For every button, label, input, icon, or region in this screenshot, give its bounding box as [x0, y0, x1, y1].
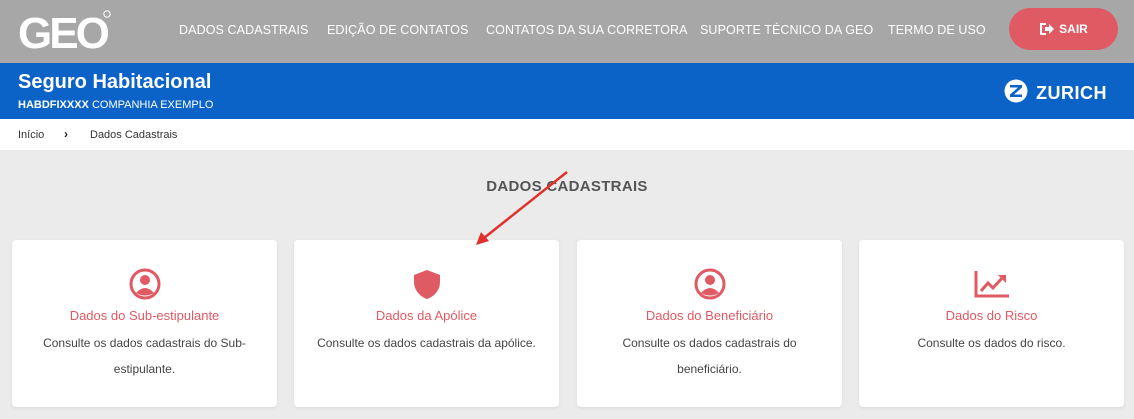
nav-dados-cadastrais[interactable]: DADOS CADASTRAIS [179, 23, 308, 37]
chevron-right-icon: › [64, 127, 68, 141]
company-name: COMPANHIA EXEMPLO [91, 99, 214, 111]
policy-code: HABDFIXXXX [18, 99, 89, 111]
svg-text:GEO: GEO [18, 9, 109, 54]
card-title: Dados da Apólice [375, 308, 478, 323]
user-circle-icon [12, 268, 277, 300]
shield-icon [294, 268, 559, 300]
card-description: Consulte os dados cadastrais do benefici… [622, 336, 797, 376]
card-description: Consulte os dados cadastrais do Sub-esti… [43, 336, 246, 376]
sign-out-icon [1039, 22, 1055, 36]
card-risco[interactable]: Dados do Risco Consulte os dados do risc… [859, 240, 1124, 407]
top-navigation-bar: GEO DADOS CADASTRAIS EDIÇÃO DE CONTATOS … [0, 0, 1134, 63]
nav-contatos-corretora[interactable]: CONTATOS DA SUA CORRETORA [486, 23, 688, 37]
breadcrumb-current: Dados Cadastrais [90, 129, 178, 141]
card-beneficiario[interactable]: Dados do Beneficiário Consulte os dados … [577, 240, 842, 407]
card-description: Consulte os dados do risco. [917, 336, 1066, 350]
geo-logo[interactable]: GEO [18, 8, 114, 54]
card-title: Dados do Risco [945, 308, 1038, 323]
brand-name: ZURICH [1036, 83, 1107, 103]
trend-chart-icon [859, 268, 1124, 300]
product-title: Seguro Habitacional [18, 71, 212, 93]
nav-edicao-de-contatos[interactable]: EDIÇÃO DE CONTATOS [327, 23, 468, 37]
zurich-logo-icon [1004, 79, 1028, 108]
card-description: Consulte os dados cadastrais da apólice. [317, 336, 536, 350]
product-header: Seguro Habitacional HABDFIXXXX COMPANHIA… [0, 63, 1134, 119]
breadcrumb-home[interactable]: Início [18, 129, 44, 141]
breadcrumb: Início › Dados Cadastrais [0, 119, 1134, 150]
card-apolice[interactable]: Dados da Apólice Consulte os dados cadas… [294, 240, 559, 407]
logout-label: SAIR [1059, 22, 1088, 36]
policy-info: HABDFIXXXX COMPANHIA EXEMPLO [18, 99, 213, 111]
card-title: Dados do Sub-estipulante [69, 308, 220, 323]
card-sub-estipulante[interactable]: Dados do Sub-estipulante Consulte os dad… [12, 240, 277, 407]
nav-termo-de-uso[interactable]: TERMO DE USO [888, 23, 986, 37]
page-title: DADOS CADASTRAIS [486, 178, 648, 195]
logout-button[interactable]: SAIR [1009, 8, 1118, 50]
zurich-brand: ZURICH [1004, 79, 1107, 108]
card-title: Dados do Beneficiário [645, 308, 774, 323]
nav-suporte-tecnico[interactable]: SUPORTE TÉCNICO DA GEO [700, 23, 873, 37]
user-circle-icon [577, 268, 842, 300]
